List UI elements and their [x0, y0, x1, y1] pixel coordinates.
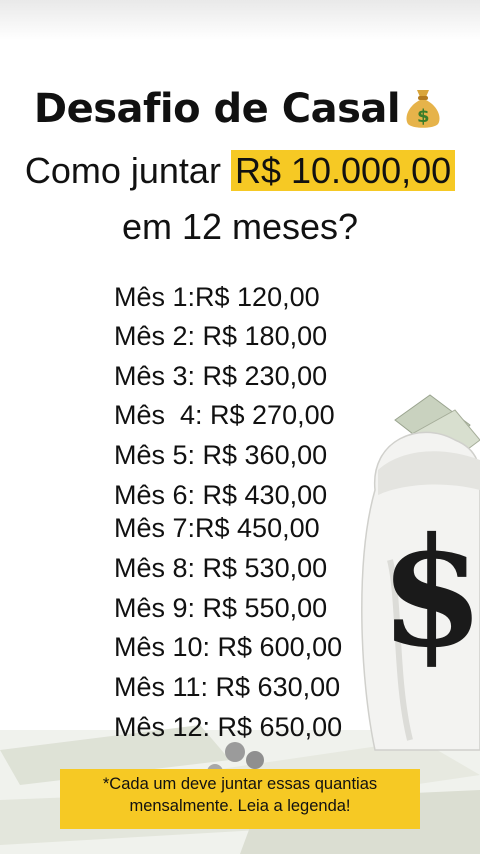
footnote-line-1: *Cada um deve juntar essas quantias: [102, 775, 378, 793]
footnote-line-2: mensalmente. Leia a legenda!: [129, 797, 351, 815]
money-bag-icon: $: [406, 90, 440, 128]
subtitle-line-2: em 12 meses?: [121, 206, 359, 247]
subtitle-line-1: Como juntar R$ 10.000,00: [0, 150, 480, 192]
month-11: Mês 11: R$ 630,00: [114, 672, 341, 702]
month-9: Mês 9: R$ 550,00: [114, 593, 328, 623]
month-2: Mês 2: R$ 180,00: [114, 321, 328, 351]
month-6: Mês 6: R$ 430,00: [114, 480, 328, 510]
title-text: Desafio de Casal: [33, 86, 401, 132]
footnote-box: *Cada um deve juntar essas quantias mens…: [60, 769, 420, 829]
svg-text:$: $: [417, 106, 429, 127]
top-fade: [0, 0, 480, 40]
page-title: Desafio de Casal $: [0, 84, 480, 132]
month-1: Mês 1:R$ 120,00: [114, 282, 320, 312]
month-12: Mês 12: R$ 650,00: [114, 712, 343, 742]
subtitle-prefix: Como juntar: [24, 150, 231, 191]
svg-text:$: $: [380, 505, 480, 681]
month-10: Mês 10: R$ 600,00: [114, 632, 343, 662]
month-5: Mês 5: R$ 360,00: [114, 440, 328, 470]
month-4: Mês 4: R$ 270,00: [114, 400, 335, 430]
month-3: Mês 3: R$ 230,00: [114, 361, 328, 391]
month-7: Mês 7:R$ 450,00: [114, 513, 320, 543]
target-amount-highlight: R$ 10.000,00: [230, 150, 456, 191]
month-8: Mês 8: R$ 530,00: [114, 553, 328, 583]
